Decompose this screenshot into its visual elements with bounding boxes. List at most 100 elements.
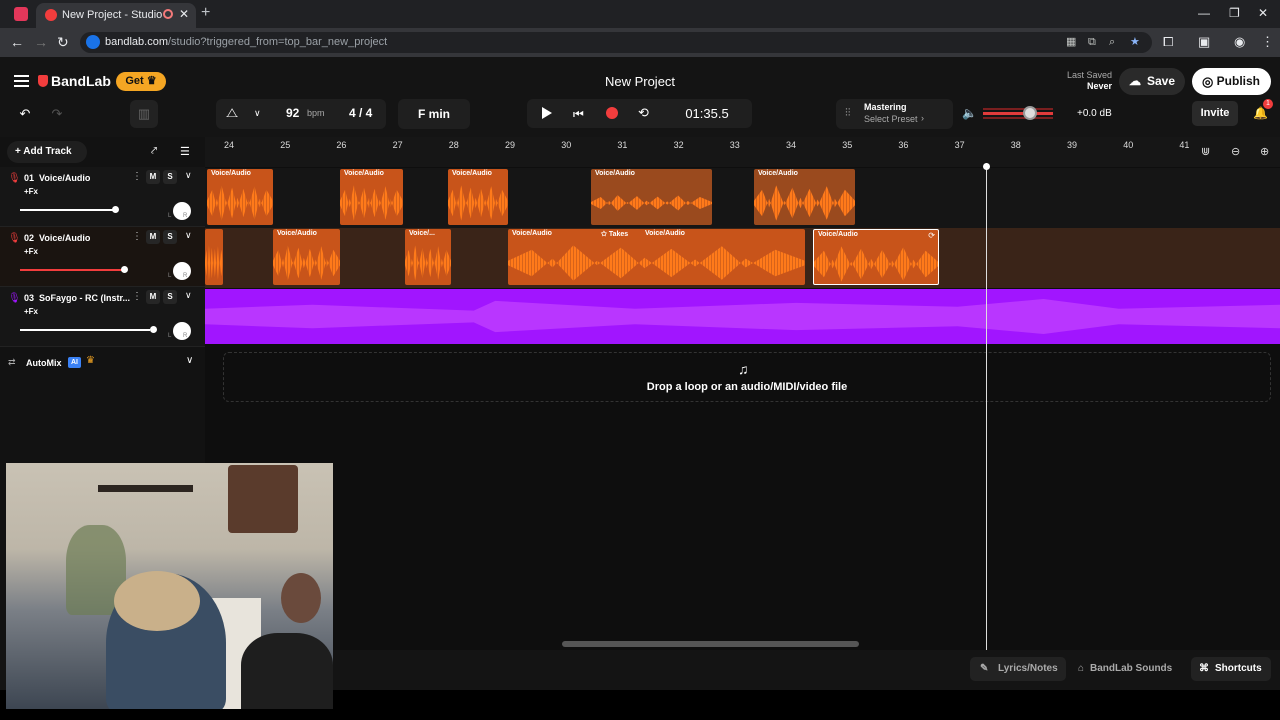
track-volume-slider[interactable] <box>20 209 116 211</box>
mixer-icon[interactable]: ▥ <box>130 100 158 128</box>
solo-button[interactable]: S <box>163 290 177 304</box>
magnet-snap-icon[interactable]: ⋓ <box>1201 145 1210 158</box>
instrumental-clip[interactable] <box>205 289 1280 344</box>
playhead[interactable] <box>983 163 990 650</box>
minimize-icon[interactable]: — <box>1198 6 1210 20</box>
track-name[interactable]: 02 Voice/Audio <box>24 233 90 243</box>
track-menu-icon[interactable]: ⋮ <box>132 231 142 242</box>
bookmark-star-icon[interactable]: ★ <box>1130 32 1140 53</box>
audio-clip[interactable]: Voice/Audio <box>207 169 273 225</box>
track-volume-slider[interactable] <box>20 329 150 331</box>
takes-label[interactable]: ✩ Takes <box>601 230 628 238</box>
record-icon[interactable] <box>606 107 618 119</box>
track-volume-knob[interactable] <box>150 326 157 333</box>
shortcuts-button[interactable]: ⌘ Shortcuts <box>1191 657 1271 681</box>
cast-icon[interactable]: ⧉ <box>1088 32 1096 53</box>
track-header-1[interactable]: 🎙 01 Voice/Audio ⋮ M S ∨ +Fx L R <box>0 167 205 227</box>
project-title[interactable]: New Project <box>560 74 720 89</box>
play-icon[interactable] <box>542 107 552 119</box>
chevron-down-icon[interactable]: ∨ <box>185 170 192 181</box>
automation-icon[interactable]: ⤤ <box>151 145 157 158</box>
maximize-icon[interactable]: ❐ <box>1229 6 1240 20</box>
timeline-area[interactable]: 24 25 26 27 28 29 30 31 32 33 34 35 36 37 38 39 40 41 ⋓ ⊖… <box>205 137 1280 650</box>
invite-button[interactable]: Invite <box>1192 101 1238 126</box>
mute-button[interactable]: M <box>146 290 160 304</box>
browser-tab[interactable]: New Project - Studio ✕ <box>36 3 196 28</box>
browser-menu-icon[interactable]: ⋮ <box>1261 34 1274 50</box>
hamburger-menu-icon[interactable] <box>14 75 29 87</box>
mute-button[interactable]: M <box>146 170 160 184</box>
track-header-2[interactable]: 🎙 02 Voice/Audio ⋮ M S ∨ +Fx L R <box>0 227 205 287</box>
extensions-icon[interactable]: ⧠ <box>1163 34 1173 50</box>
bandlab-sounds-button[interactable]: ⌂ BandLab Sounds <box>1070 657 1186 681</box>
bandlab-logo[interactable]: BandLab <box>38 73 111 89</box>
forward-icon[interactable]: → <box>34 34 48 50</box>
zoom-out-icon[interactable]: ⊖ <box>1231 145 1240 158</box>
chevron-down-icon[interactable]: ∨ <box>186 355 193 366</box>
save-button[interactable]: ☁ Save <box>1119 68 1185 95</box>
zoom-in-icon[interactable]: ⊕ <box>1260 145 1269 158</box>
audio-clip[interactable]: Voice/Audio <box>591 169 712 225</box>
time-signature[interactable]: 4 / 4 <box>349 99 372 127</box>
zoom-icon[interactable]: ⌕ <box>1109 32 1115 53</box>
bpm-value[interactable]: 92 <box>286 99 299 127</box>
add-fx-button[interactable]: +Fx <box>24 247 38 256</box>
track-name[interactable]: 03 SoFaygo - RC (Instr... <box>24 293 130 303</box>
track-lane-1[interactable]: Voice/Audio Voice/Audio Voice/Audio Voic… <box>205 168 1280 228</box>
automix-row[interactable]: ⇄ AutoMix AI ♛ ∨ <box>0 345 205 381</box>
audio-clip[interactable] <box>205 229 223 285</box>
undo-icon[interactable]: ↶ <box>12 100 38 128</box>
get-membership-button[interactable]: Get ♛ <box>116 72 166 91</box>
metronome-icon[interactable]: ⧍ <box>226 99 238 127</box>
publish-button[interactable]: ◎ Publish <box>1192 68 1271 95</box>
drop-zone[interactable]: ♫ Drop a loop or an audio/MIDI/video fil… <box>223 352 1271 402</box>
audio-clip[interactable]: Voice/Audio <box>273 229 340 285</box>
track-settings-icon[interactable]: ☰ <box>180 145 190 158</box>
side-panel-icon[interactable]: ▣ <box>1198 34 1210 50</box>
track-name[interactable]: 01 Voice/Audio <box>24 173 90 183</box>
audio-clip[interactable]: Voice/... <box>405 229 451 285</box>
track-menu-icon[interactable]: ⋮ <box>132 171 142 182</box>
lyrics-notes-button[interactable]: ✎ Lyrics/Notes <box>970 657 1066 681</box>
master-volume-knob[interactable] <box>1023 106 1037 120</box>
track-volume-knob[interactable] <box>112 206 119 213</box>
url-field[interactable]: bandlab.com/studio?triggered_from=top_ba… <box>80 32 1152 53</box>
audio-clip[interactable]: Voice/Audio <box>340 169 403 225</box>
track-lane-2[interactable]: Voice/Audio Voice/... Voice/Audio ✩ Take… <box>205 228 1280 288</box>
app-install-icon[interactable]: ▦ <box>1066 32 1076 53</box>
track-volume-knob[interactable] <box>121 266 128 273</box>
add-track-button[interactable]: + Add Track <box>7 141 87 163</box>
timeline-ruler[interactable]: 24 25 26 27 28 29 30 31 32 33 34 35 36 37 38 39 40 41 <box>205 137 1280 167</box>
metronome-dropdown-icon[interactable]: ∨ <box>254 99 261 127</box>
site-info-icon[interactable] <box>86 35 100 49</box>
profile-icon[interactable]: ◉ <box>1234 34 1245 50</box>
mute-button[interactable]: M <box>146 230 160 244</box>
add-fx-button[interactable]: +Fx <box>24 307 38 316</box>
solo-button[interactable]: S <box>163 230 177 244</box>
add-fx-button[interactable]: +Fx <box>24 187 38 196</box>
audio-clip[interactable]: Voice/Audio <box>754 169 855 225</box>
master-volume-slider[interactable] <box>983 112 1053 115</box>
reload-icon[interactable]: ↻ <box>57 34 69 51</box>
track-header-3[interactable]: 🎙 03 SoFaygo - RC (Instr... ⋮ M S ∨ +Fx … <box>0 287 205 347</box>
clip-loop-icon[interactable]: ⟳ <box>928 231 935 240</box>
new-tab-icon[interactable]: + <box>201 4 210 22</box>
back-icon[interactable]: ← <box>10 34 24 50</box>
audio-clip[interactable]: Voice/Audio <box>448 169 508 225</box>
key-selector[interactable]: F min <box>398 99 470 129</box>
chevron-down-icon[interactable]: ∨ <box>185 230 192 241</box>
skip-back-icon[interactable]: ⏮ <box>573 107 584 122</box>
solo-button[interactable]: S <box>163 170 177 184</box>
close-window-icon[interactable]: ✕ <box>1258 6 1268 20</box>
mastering-button[interactable]: ⫶⫶ Mastering Select Preset › <box>836 99 953 129</box>
track-volume-slider[interactable] <box>20 269 124 271</box>
loop-icon[interactable]: ⟲ <box>638 105 649 121</box>
speaker-mute-icon[interactable]: 🔈 <box>962 106 977 120</box>
close-tab-icon[interactable]: ✕ <box>179 7 189 21</box>
audio-clip-selected[interactable]: Voice/Audio ⟳ <box>813 229 939 285</box>
redo-icon[interactable]: ↷ <box>44 100 70 128</box>
track-menu-icon[interactable]: ⋮ <box>132 291 142 302</box>
horizontal-scrollbar[interactable] <box>562 641 859 647</box>
audio-clip-takes[interactable]: Voice/Audio ✩ Takes Voice/Audio <box>508 229 805 285</box>
chevron-down-icon[interactable]: ∨ <box>185 290 192 301</box>
